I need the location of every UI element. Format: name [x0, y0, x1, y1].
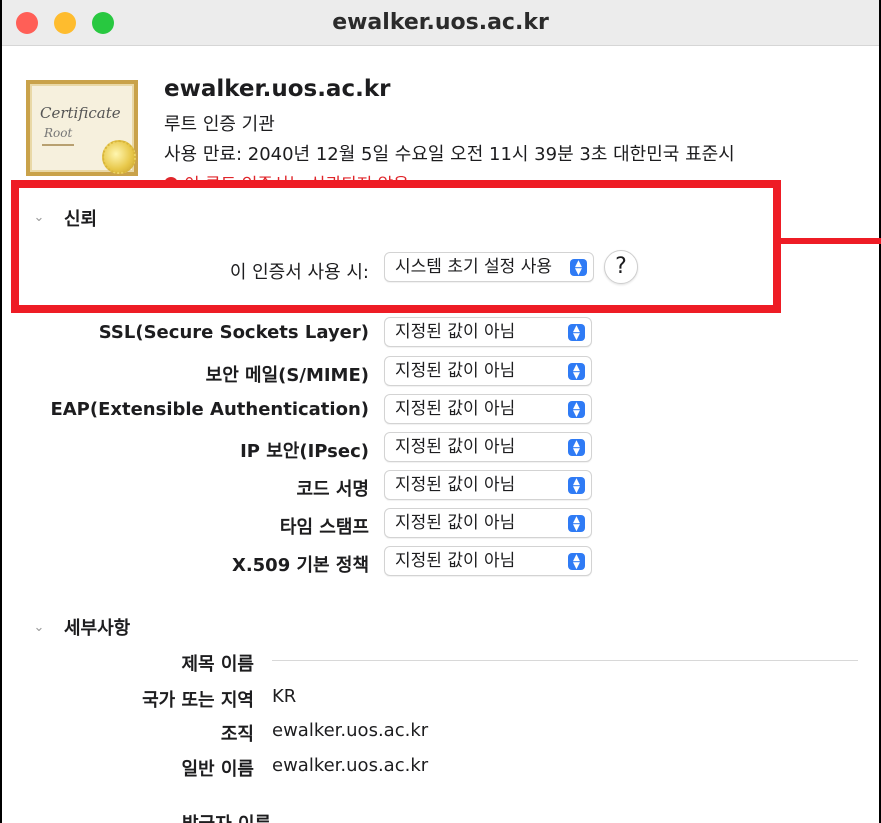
- certificate-icon-text: Certificate: [40, 104, 121, 122]
- certificate-kind: 루트 인증 기관: [164, 114, 275, 135]
- detail-label-organization: 조직: [220, 724, 254, 745]
- trust-row-label-code-signing: 코드 서명: [296, 479, 369, 500]
- detail-value-common-name: ewalker.uos.ac.kr: [272, 755, 429, 776]
- certificate-name: ewalker.uos.ac.kr: [164, 76, 391, 102]
- trust-row-value: 지정된 값이 아님: [395, 437, 516, 457]
- certificate-expiry: 사용 만료: 2040년 12월 5일 수요일 오전 11시 39분 3초 대한…: [164, 144, 735, 165]
- trust-row-select-timestamp[interactable]: 지정된 값이 아님 ▲ ▼: [384, 508, 592, 538]
- trust-row-value: 지정된 값이 아님: [395, 322, 516, 342]
- trust-row-value: 지정된 값이 아님: [395, 399, 516, 419]
- trust-row-select-ipsec[interactable]: 지정된 값이 아님 ▲ ▼: [384, 432, 592, 462]
- seal-icon: [102, 140, 136, 174]
- window-title: ewalker.uos.ac.kr: [332, 10, 549, 35]
- select-stepper-icon: ▲ ▼: [568, 401, 585, 419]
- trust-row-select-ssl[interactable]: 지정된 값이 아님 ▲ ▼: [384, 317, 592, 347]
- details-disclosure-chevron-icon[interactable]: ⌄: [32, 621, 46, 635]
- detail-label-country: 국가 또는 지역: [142, 690, 254, 711]
- highlight-box: [11, 180, 781, 313]
- issuer-name-header: 발급자 이름: [182, 810, 271, 823]
- trust-row-select-x509[interactable]: 지정된 값이 아님 ▲ ▼: [384, 546, 592, 576]
- trust-row-value: 지정된 값이 아님: [395, 513, 516, 533]
- detail-value-organization: ewalker.uos.ac.kr: [272, 720, 429, 741]
- trust-row-label-x509: X.509 기본 정책: [231, 555, 369, 576]
- trust-row-value: 지정된 값이 아님: [395, 551, 516, 571]
- certificate-icon-subtext: Root: [44, 126, 73, 140]
- details-section-title[interactable]: 세부사항: [64, 614, 130, 640]
- select-stepper-icon: ▲ ▼: [568, 439, 585, 457]
- trust-row-value: 지정된 값이 아님: [395, 475, 516, 495]
- trust-row-select-code-signing[interactable]: 지정된 값이 아님 ▲ ▼: [384, 470, 592, 500]
- detail-value-country: KR: [272, 686, 297, 707]
- trust-row-label-ipsec: IP 보안(IPsec): [240, 441, 369, 462]
- certificate-window: ewalker.uos.ac.kr Certificate Root ewalk…: [0, 0, 881, 823]
- detail-label-common-name: 일반 이름: [181, 759, 254, 780]
- subject-name-header: 제목 이름: [181, 654, 254, 675]
- select-stepper-icon: ▲ ▼: [568, 363, 585, 381]
- trust-row-label-smime: 보안 메일(S/MIME): [205, 365, 369, 386]
- select-stepper-icon: ▲ ▼: [568, 477, 585, 495]
- select-stepper-icon: ▲ ▼: [568, 324, 585, 342]
- trust-row-label-timestamp: 타임 스탬프: [279, 517, 369, 538]
- title-bar: ewalker.uos.ac.kr: [2, 0, 879, 46]
- highlight-callout-line: [781, 238, 881, 244]
- flourish-icon: [42, 144, 74, 146]
- trust-row-label-ssl: SSL(Secure Sockets Layer): [98, 322, 369, 343]
- trust-row-select-eap[interactable]: 지정된 값이 아님 ▲ ▼: [384, 394, 592, 424]
- trust-row-value: 지정된 값이 아님: [395, 361, 516, 381]
- select-stepper-icon: ▲ ▼: [568, 515, 585, 533]
- trust-row-select-smime[interactable]: 지정된 값이 아님 ▲ ▼: [384, 356, 592, 386]
- subject-divider: [272, 660, 858, 661]
- trust-row-label-eap: EAP(Extensible Authentication): [50, 399, 369, 420]
- certificate-icon: Certificate Root: [26, 80, 138, 176]
- select-stepper-icon: ▲ ▼: [568, 553, 585, 571]
